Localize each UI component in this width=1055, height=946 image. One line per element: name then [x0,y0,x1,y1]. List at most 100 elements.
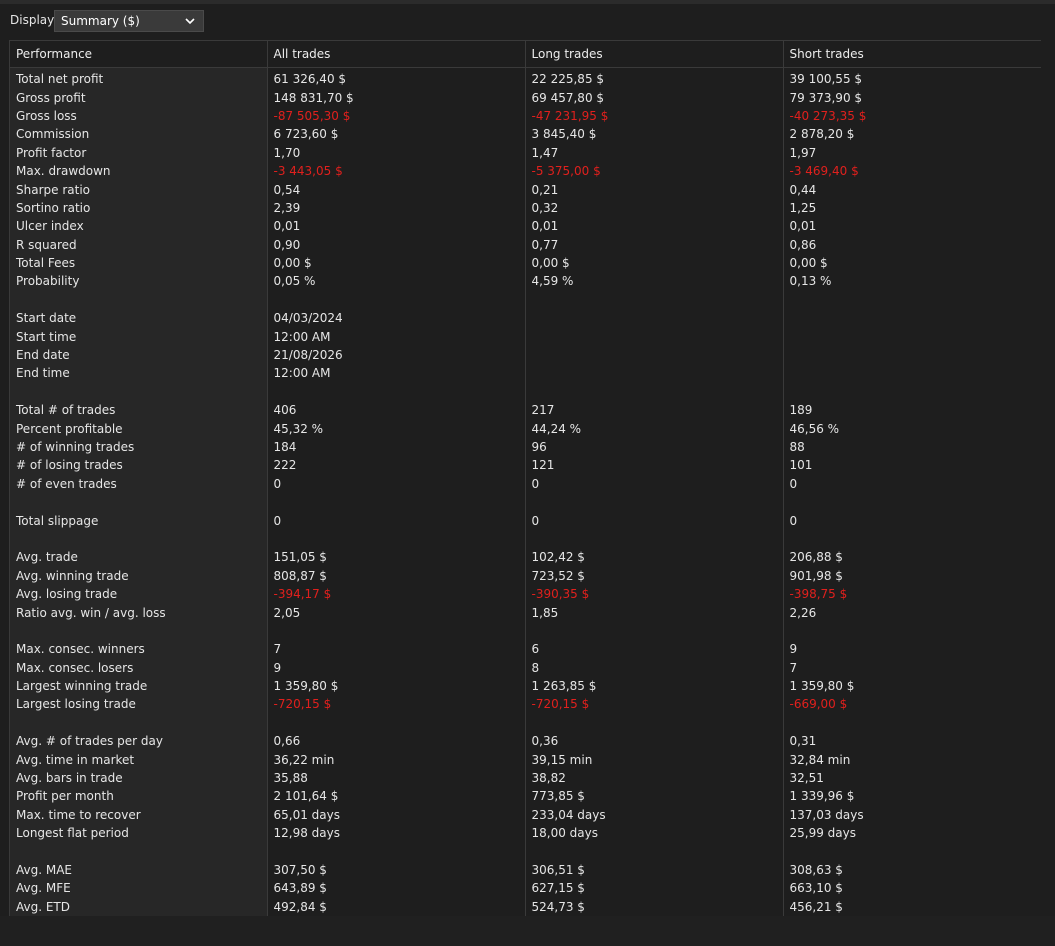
metric-label: Probability [10,272,268,291]
metric-label: Longest flat period [10,824,268,843]
metric-label: Start time [10,327,268,346]
value-all-trades: 2,05 [267,603,526,622]
value-all-trades: 61 326,40 $ [267,67,526,89]
value-short-trades [783,290,1042,310]
value-long-trades: 8 [525,658,784,677]
table-row: Avg. ETD 492,84 $524,73 $456,21 $ [10,897,1042,916]
table-row: Avg. winning trade 808,87 $723,52 $901,98… [10,566,1042,585]
value-long-trades: 0 [525,474,784,493]
value-short-trades: 25,99 days [783,824,1042,843]
value-short-trades: 137,03 days [783,805,1042,825]
metric-label [10,713,268,733]
value-long-trades [525,492,784,512]
value-short-trades [783,345,1042,365]
value-long-trades: -5 375,00 $ [525,161,784,181]
chevron-down-icon [185,18,195,25]
value-all-trades [267,492,526,512]
column-header-performance[interactable]: Performance [10,40,268,68]
value-long-trades: 306,51 $ [525,860,784,880]
value-short-trades: 88 [783,437,1042,457]
metric-label: Largest losing trade [10,695,268,714]
value-all-trades: 9 [267,658,526,677]
column-header-short-trades[interactable]: Short trades [783,40,1042,68]
metric-label [10,842,268,861]
table-row: # of even trades 0 0 0 [10,474,1042,493]
value-long-trades: 723,52 $ [525,566,784,585]
value-long-trades: 1 263,85 $ [525,676,784,696]
value-short-trades: 46,56 % [783,419,1042,438]
value-all-trades [267,529,526,549]
metric-label: Largest winning trade [10,676,268,696]
value-long-trades: 6 [525,640,784,659]
display-toolbar: Display Summary ($) [0,10,1055,32]
value-all-trades: -394,17 $ [267,584,526,604]
metric-label [10,492,268,512]
value-short-trades: 901,98 $ [783,566,1042,585]
table-row: Commission 6 723,60 $3 845,40 $2 878,20 $ [10,125,1042,144]
value-all-trades: 151,05 $ [267,548,526,567]
table-row: Profit factor 1,70 1,47 1,97 [10,143,1042,162]
value-long-trades: 96 [525,437,784,457]
value-short-trades: 9 [783,640,1042,659]
value-long-trades [525,364,784,383]
value-all-trades: 222 [267,456,526,475]
value-short-trades: 1,97 [783,143,1042,162]
value-long-trades: 121 [525,456,784,475]
metric-label: Max. drawdown [10,161,268,181]
value-short-trades: 1 339,96 $ [783,787,1042,806]
metric-label: Gross profit [10,88,268,107]
value-long-trades: 0,77 [525,235,784,254]
value-all-trades: 45,32 % [267,419,526,438]
value-long-trades: 217 [525,401,784,420]
metric-label: Gross loss [10,106,268,126]
metric-label: Percent profitable [10,419,268,438]
value-short-trades [783,492,1042,512]
column-header-long-trades[interactable]: Long trades [525,40,784,68]
value-all-trades: -87 505,30 $ [267,106,526,126]
value-short-trades: 0,13 % [783,272,1042,291]
value-short-trades: 7 [783,658,1042,677]
value-short-trades [783,621,1042,641]
metric-label: Profit per month [10,787,268,806]
value-long-trades [525,621,784,641]
value-long-trades: 0,21 [525,180,784,199]
value-short-trades [783,529,1042,549]
value-all-trades: -3 443,05 $ [267,161,526,181]
value-short-trades: 0,44 [783,180,1042,199]
display-mode-select[interactable]: Summary ($) [54,10,204,32]
metric-label: Avg. trade [10,548,268,567]
value-long-trades: 0,32 [525,198,784,218]
grid-right-gutter [1041,40,1055,916]
value-short-trades: 0 [783,511,1042,530]
value-short-trades: 206,88 $ [783,548,1042,567]
value-all-trades: 0,00 $ [267,253,526,273]
metric-label: Avg. time in market [10,750,268,769]
table-row: Profit per month 2 101,64 $773,85 $1 339,… [10,787,1042,806]
table-row: # of losing trades 222 121 101 [10,456,1042,475]
value-all-trades: -720,15 $ [267,695,526,714]
column-header-all-trades[interactable]: All trades [267,40,526,68]
metric-label: Avg. losing trade [10,584,268,604]
value-all-trades: 643,89 $ [267,879,526,898]
value-all-trades [267,713,526,733]
value-all-trades: 0,01 [267,217,526,236]
value-all-trades: 12:00 AM [267,364,526,383]
table-row [10,492,1042,512]
table-row: Avg. trade 151,05 $102,42 $206,88 $ [10,548,1042,567]
value-short-trades [783,309,1042,328]
value-all-trades: 35,88 [267,768,526,788]
table-row: Largest losing trade -720,15 $ -720,15 $ -6… [10,695,1042,714]
value-long-trades [525,309,784,328]
table-row: Start time 12:00 AM [10,327,1042,346]
table-row [10,382,1042,402]
metric-label: # of winning trades [10,437,268,457]
value-long-trades: 18,00 days [525,824,784,843]
value-short-trades [783,713,1042,733]
value-short-trades: -398,75 $ [783,584,1042,604]
value-short-trades [783,842,1042,861]
table-row: Avg. # of trades per day 0,66 0,36 0,31 [10,732,1042,751]
table-row: Avg. losing trade -394,17 $ -390,35 $ -398,… [10,584,1042,604]
metric-label: Total slippage [10,511,268,530]
metric-label [10,529,268,549]
value-all-trades [267,290,526,310]
